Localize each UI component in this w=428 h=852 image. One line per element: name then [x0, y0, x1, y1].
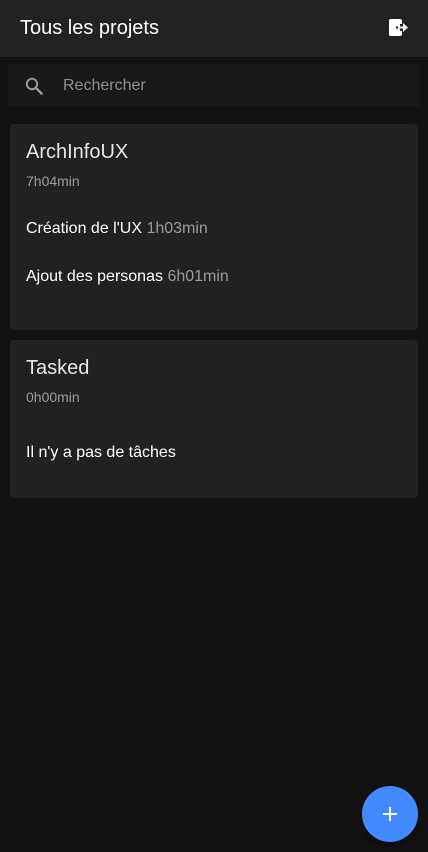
search-bar	[8, 64, 420, 107]
search-icon	[24, 76, 44, 96]
app-root: Tous les projets ArchInfoUX 7h04min Créa…	[0, 0, 428, 852]
project-duration: 7h04min	[26, 173, 80, 189]
project-card[interactable]: ArchInfoUX 7h04min Création de l'UX 1h03…	[10, 124, 418, 330]
search-input[interactable]	[63, 64, 420, 107]
project-title: Tasked	[26, 357, 90, 379]
project-duration: 0h00min	[26, 389, 80, 405]
add-project-button[interactable]	[362, 786, 418, 842]
project-card[interactable]: Tasked 0h00min Il n'y a pas de tâches	[10, 340, 418, 498]
page-title: Tous les projets	[20, 17, 159, 39]
task-duration: 6h01min	[167, 268, 229, 285]
task-label: Ajout des personas	[26, 268, 163, 285]
project-title: ArchInfoUX	[26, 141, 129, 163]
logout-button[interactable]	[386, 16, 410, 40]
task-list: Création de l'UX 1h03min Ajout des perso…	[26, 219, 402, 287]
task-item[interactable]: Création de l'UX 1h03min	[26, 219, 402, 239]
app-bar: Tous les projets	[0, 0, 428, 57]
empty-tasks-message: Il n'y a pas de tâches	[26, 444, 176, 461]
task-duration: 1h03min	[146, 220, 208, 237]
task-item[interactable]: Ajout des personas 6h01min	[26, 267, 402, 287]
plus-icon	[383, 807, 397, 821]
task-label: Création de l'UX	[26, 220, 142, 237]
logout-icon	[388, 19, 408, 36]
